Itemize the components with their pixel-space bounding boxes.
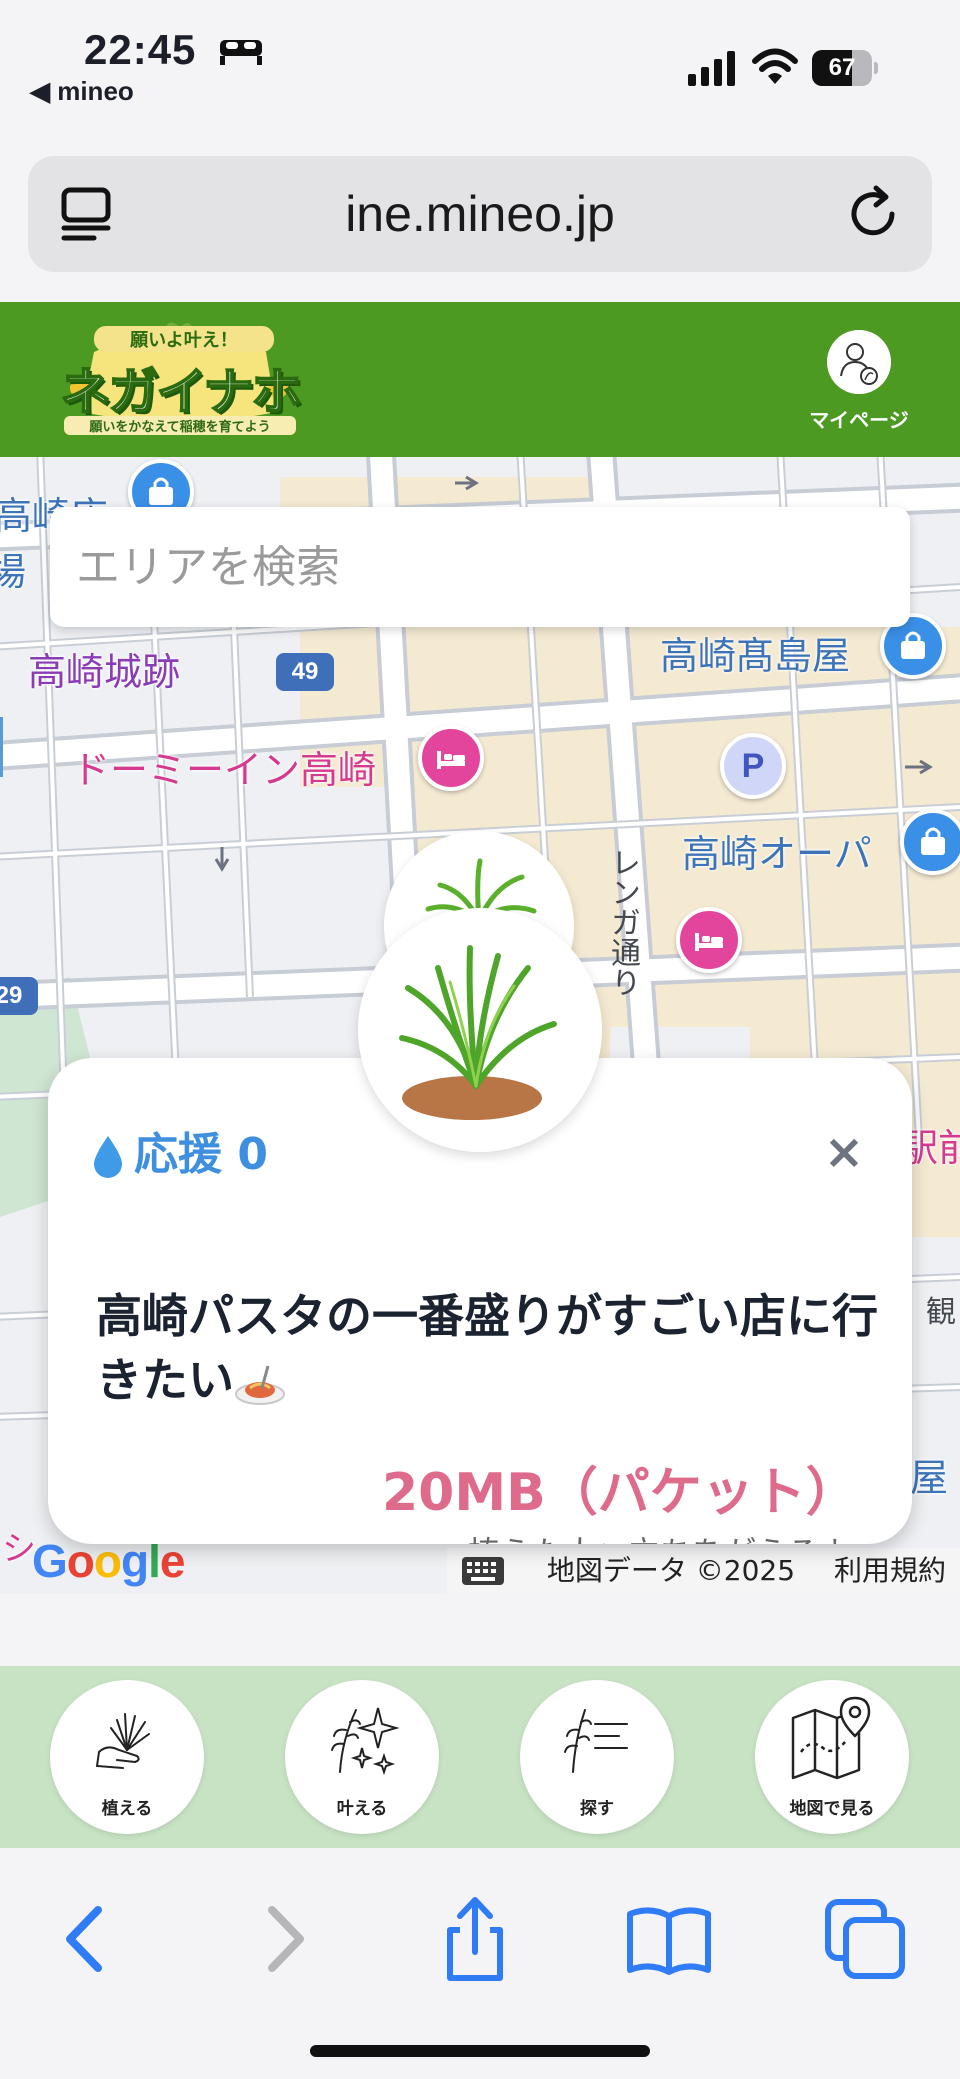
map-label-opa[interactable]: 高崎オーパ bbox=[682, 823, 872, 878]
hotel-pin-dormy[interactable] bbox=[418, 725, 484, 791]
site-header: 願いよ叶え！ ネガイナホ 願いをかなえて稲穂を育てよう マイページ bbox=[0, 302, 960, 457]
nav-grant-button[interactable]: 叶える bbox=[285, 1680, 439, 1834]
shopping-bag-icon bbox=[921, 827, 945, 855]
route-49-shield: 49 bbox=[276, 653, 334, 691]
status-time: 22:45 bbox=[84, 26, 197, 73]
sparkle-rice-icon bbox=[331, 1707, 400, 1776]
terms-link[interactable]: 利用規約 bbox=[834, 1554, 946, 1587]
map-attribution: Google 地図データ ©2025 利用規約 bbox=[0, 1535, 960, 1594]
map-label-ya: 屋 bbox=[910, 1456, 949, 1500]
bed-icon bbox=[695, 933, 723, 951]
sleep-focus-icon bbox=[220, 40, 262, 65]
nav-plant-button[interactable]: 植える bbox=[50, 1680, 204, 1834]
tabs-icon[interactable] bbox=[820, 1894, 910, 1984]
bookmarks-icon[interactable] bbox=[624, 1894, 714, 1984]
bed-icon bbox=[437, 751, 465, 769]
url-text[interactable]: ine.mineo.jp bbox=[28, 156, 932, 272]
nav-map-label: 地図で見る bbox=[789, 1799, 875, 1819]
support-label: 応援 0 bbox=[134, 1129, 268, 1180]
logo-title: ネガイナホ bbox=[60, 362, 303, 422]
map-pin-icon bbox=[791, 1696, 871, 1780]
map-label-renga-dori: レンガ通り bbox=[605, 847, 640, 997]
map-label-castle[interactable]: 高崎城跡 bbox=[28, 641, 180, 696]
rice-list-icon bbox=[564, 1709, 628, 1773]
planter-info: 植えた人：立ちをがえるよ bbox=[468, 1528, 851, 1544]
hotel-pin[interactable] bbox=[676, 907, 742, 973]
cellular-signal-icon bbox=[688, 51, 735, 86]
shopping-pin-opa[interactable] bbox=[900, 809, 960, 875]
back-to-app-link[interactable]: ◀ mineo bbox=[30, 76, 134, 107]
nav-search-label: 探す bbox=[580, 1799, 614, 1819]
nav-search-button[interactable]: 探す bbox=[520, 1680, 674, 1834]
map-label-kanko: 観 bbox=[926, 1295, 956, 1330]
map-label-left-cut: 場 bbox=[0, 550, 27, 594]
route-29-shield: 29 bbox=[0, 977, 38, 1015]
home-indicator[interactable] bbox=[310, 2045, 650, 2057]
battery-indicator: 67 bbox=[812, 50, 878, 86]
reload-icon[interactable] bbox=[844, 184, 904, 244]
mypage-button[interactable]: マイページ bbox=[804, 330, 914, 433]
battery-level: 67 bbox=[828, 54, 856, 81]
back-arrow-icon[interactable] bbox=[40, 1894, 130, 1984]
map-data-copyright[interactable]: 地図データ ©2025 bbox=[547, 1554, 795, 1587]
water-drop-icon bbox=[94, 1136, 122, 1178]
status-bar: 22:45 ◀ mineo 67 bbox=[0, 0, 960, 120]
spaghetti-icon bbox=[235, 1365, 285, 1405]
keyboard-shortcuts-icon[interactable] bbox=[461, 1556, 505, 1586]
parking-pin[interactable]: P bbox=[720, 733, 786, 799]
forward-arrow-icon[interactable] bbox=[240, 1894, 330, 1984]
mypage-icon bbox=[827, 330, 891, 394]
wifi-icon bbox=[752, 48, 798, 84]
close-button[interactable]: × bbox=[822, 1128, 866, 1176]
negainaho-logo[interactable]: 願いよ叶え！ ネガイナホ 願いをかなえて稲穂を育てよう bbox=[54, 322, 304, 440]
nav-plant-label: 植える bbox=[101, 1799, 153, 1819]
reward-amount: 20MB（パケット） bbox=[382, 1463, 858, 1523]
map-label-dormy-inn[interactable]: ドーミーイン高崎 bbox=[72, 739, 376, 794]
plant-hand-icon bbox=[95, 1713, 150, 1769]
nav-grant-label: 叶える bbox=[336, 1799, 388, 1819]
shopping-bag-icon bbox=[149, 477, 173, 505]
shopping-bag-icon bbox=[901, 631, 925, 659]
logo-subtitle: 願いをかなえて稲穂を育てよう bbox=[64, 416, 296, 435]
attribution-bar: 地図データ ©2025 利用規約 bbox=[446, 1548, 960, 1594]
support-count: 応援 0 bbox=[92, 1118, 268, 1182]
area-search-input[interactable] bbox=[76, 507, 876, 627]
wish-text-content: 高崎パスタの一番盛りがすごい店に行きたい bbox=[96, 1289, 878, 1407]
area-search[interactable] bbox=[50, 507, 910, 627]
rice-plant-icon bbox=[399, 945, 557, 1120]
nav-map-button[interactable]: 地図で見る bbox=[755, 1680, 909, 1834]
site-bottom-nav: 植える 叶える 探す 地図で見る bbox=[0, 1666, 960, 1848]
wish-marker-selected[interactable] bbox=[358, 908, 602, 1152]
address-bar[interactable]: ine.mineo.jp bbox=[28, 156, 932, 272]
logo-tagline: 願いよ叶え！ bbox=[94, 326, 274, 352]
wish-text: 高崎パスタの一番盛りがすごい店に行きたい bbox=[96, 1284, 886, 1412]
mypage-label: マイページ bbox=[809, 408, 909, 432]
map-label-takashimaya[interactable]: 高崎髙島屋 bbox=[660, 625, 850, 680]
share-icon[interactable] bbox=[430, 1894, 520, 1984]
